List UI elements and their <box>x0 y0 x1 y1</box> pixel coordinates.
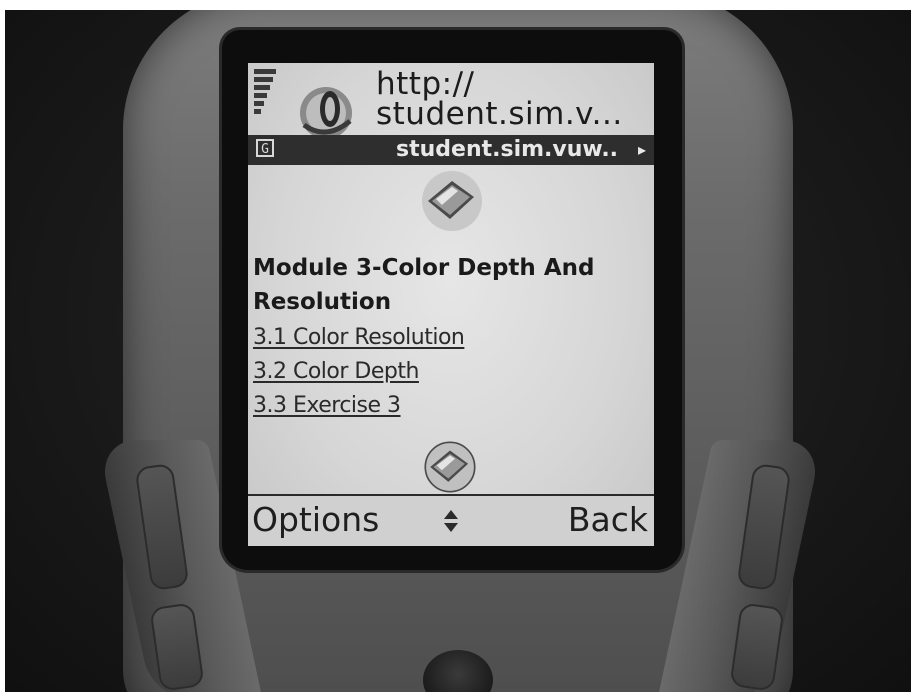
module-heading: Module 3-Color Depth And Resolution <box>253 255 595 315</box>
signal-strength-icon <box>254 69 276 129</box>
url-line-2: student.sim.v... <box>376 96 623 132</box>
options-softkey[interactable]: Options <box>252 500 379 540</box>
softkey-bar: Options Back <box>248 494 654 546</box>
photo-frame: http:// student.sim.v... G student.sim.v… <box>0 0 916 696</box>
link-exercise-3[interactable]: 3.3 Exercise 3 <box>253 391 401 421</box>
phone-screen: http:// student.sim.v... G student.sim.v… <box>248 63 654 546</box>
page-title: student.sim.vuw.. <box>396 137 619 162</box>
book-icon-bottom <box>424 441 476 493</box>
arrow-right-icon: ▸ <box>637 140 646 159</box>
link-color-resolution[interactable]: 3.1 Color Resolution <box>253 323 465 353</box>
link-color-depth[interactable]: 3.2 Color Depth <box>253 357 419 387</box>
scroll-indicator-icon <box>444 510 458 532</box>
book-icon <box>422 171 482 231</box>
page-title-bar: G student.sim.vuw.. ▸ <box>248 135 654 165</box>
back-softkey[interactable]: Back <box>568 500 648 540</box>
g-icon: G <box>256 139 274 157</box>
